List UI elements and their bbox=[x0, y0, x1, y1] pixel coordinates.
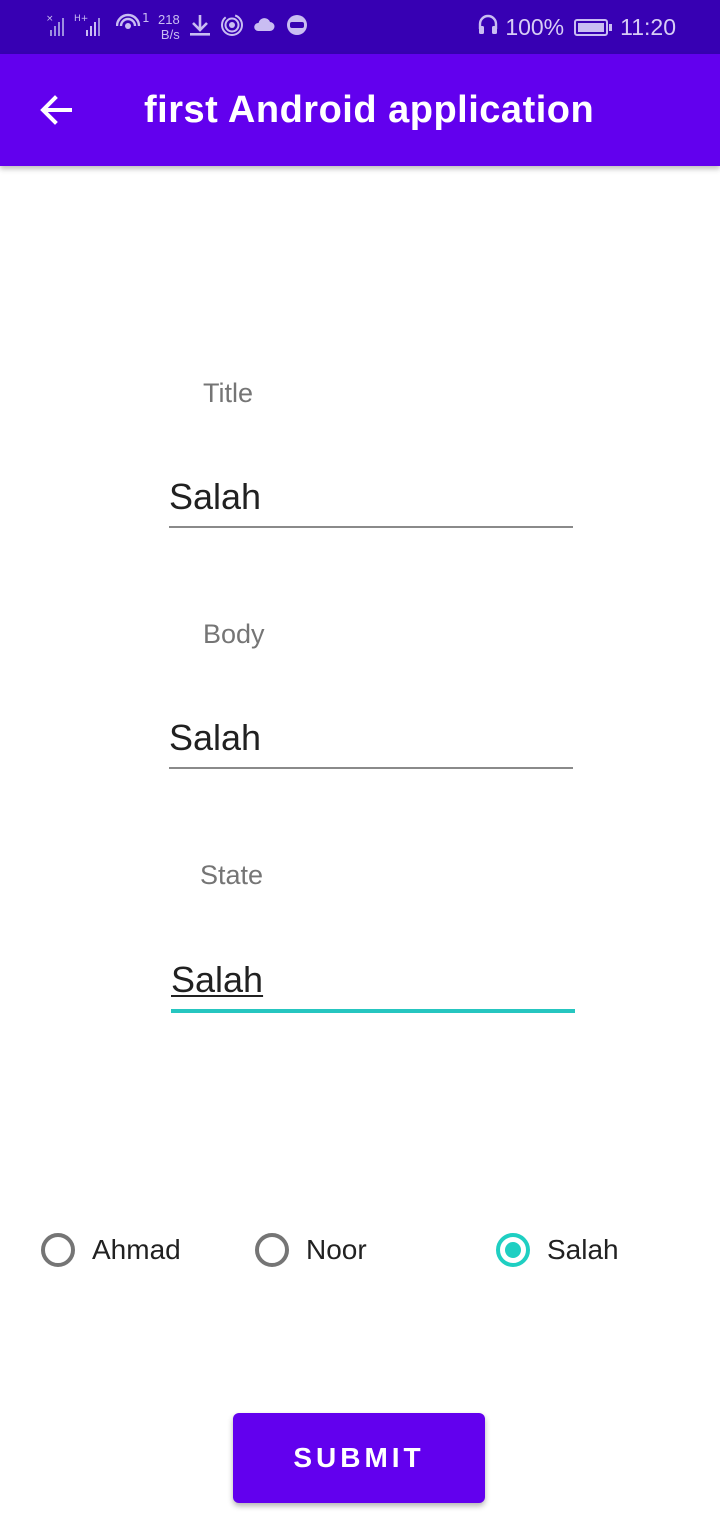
svg-text:H+: H+ bbox=[74, 14, 88, 24]
radio-salah-label: Salah bbox=[547, 1234, 619, 1265]
headset-icon bbox=[477, 13, 499, 42]
radio-ahmad-label: Ahmad bbox=[92, 1234, 181, 1265]
body-field-value: Salah bbox=[169, 717, 262, 758]
radio-salah[interactable]: Salah bbox=[496, 1228, 619, 1272]
body-label: Body bbox=[203, 619, 265, 649]
title-field[interactable]: Salah bbox=[169, 466, 573, 528]
radio-button-unchecked-icon bbox=[41, 1233, 75, 1267]
network-speed-unit: B/s bbox=[160, 27, 180, 42]
title-label: Title bbox=[203, 378, 254, 408]
screen: × H+ 1 218 B/s 100% 11:20 first Android … bbox=[0, 0, 720, 1520]
sim-indicator: 1 bbox=[142, 12, 150, 25]
radio-button-checked-icon bbox=[496, 1233, 530, 1267]
radio-ahmad[interactable]: Ahmad bbox=[41, 1228, 181, 1272]
app-bar: first Android application bbox=[0, 54, 720, 166]
signal-icon: × H+ bbox=[46, 12, 108, 43]
battery-level-fill bbox=[578, 22, 605, 32]
download-icon bbox=[188, 12, 212, 43]
hotspot-icon bbox=[220, 12, 244, 43]
wifi-icon: 1 bbox=[115, 11, 150, 43]
submit-button[interactable]: SUBMIT bbox=[233, 1413, 485, 1503]
app-title: first Android application bbox=[144, 89, 595, 131]
back-button[interactable] bbox=[30, 84, 82, 136]
state-label: State bbox=[200, 860, 264, 890]
body-field[interactable]: Salah bbox=[169, 707, 573, 769]
app-notification-icon bbox=[284, 12, 310, 43]
battery-icon bbox=[574, 18, 613, 36]
status-bar-right: 100% 11:20 bbox=[477, 0, 676, 54]
state-field[interactable]: Salah bbox=[171, 949, 575, 1013]
svg-text:×: × bbox=[46, 14, 54, 24]
clock: 11:20 bbox=[620, 13, 676, 40]
status-bar: × H+ 1 218 B/s 100% 11:20 bbox=[0, 0, 720, 54]
battery-percent: 100% bbox=[505, 13, 565, 40]
title-field-value: Salah bbox=[169, 476, 262, 517]
network-speed-value: 218 bbox=[158, 12, 180, 27]
network-speed: 218 B/s bbox=[158, 12, 180, 42]
cloud-icon bbox=[252, 12, 276, 43]
radio-noor-label: Noor bbox=[306, 1234, 367, 1265]
radio-noor[interactable]: Noor bbox=[255, 1228, 367, 1272]
status-bar-left: × H+ 1 218 B/s bbox=[46, 0, 310, 54]
state-field-value: Salah bbox=[171, 959, 264, 1000]
arrow-back-icon bbox=[40, 95, 72, 125]
radio-button-unchecked-icon bbox=[255, 1233, 289, 1267]
